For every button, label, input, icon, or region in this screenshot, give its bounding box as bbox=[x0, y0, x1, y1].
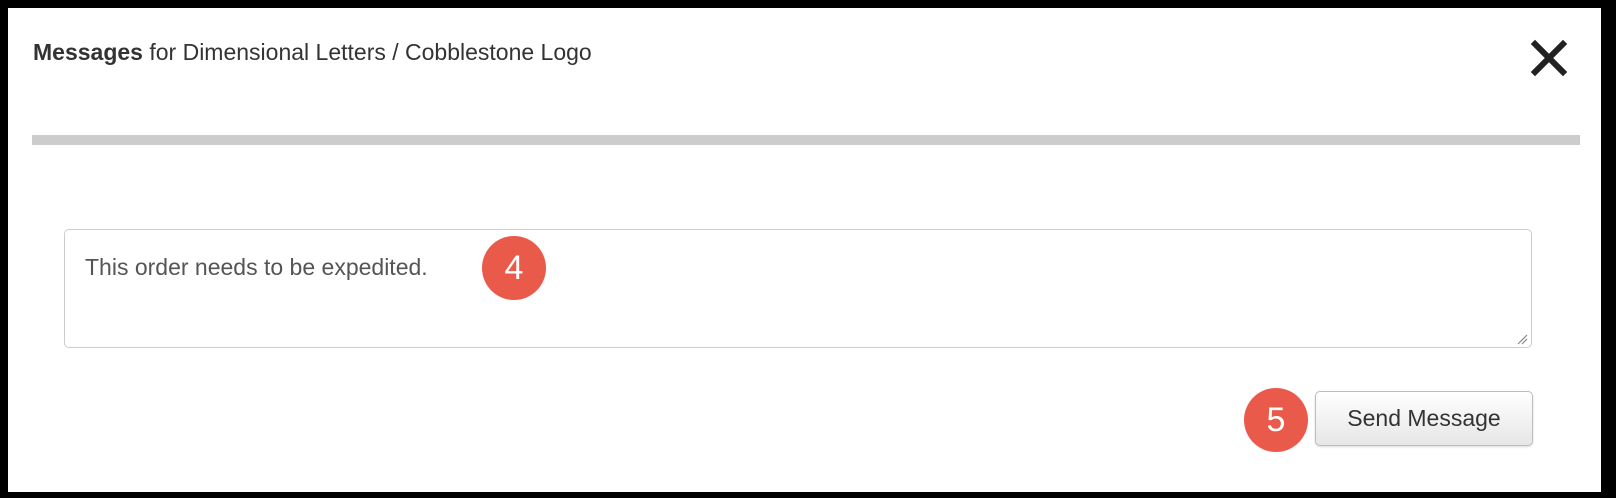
close-button[interactable] bbox=[1527, 36, 1571, 80]
step-callout-4: 4 bbox=[482, 236, 546, 300]
header-divider bbox=[32, 135, 1580, 145]
send-message-button[interactable]: Send Message bbox=[1315, 391, 1533, 446]
resize-grip-icon[interactable] bbox=[1516, 333, 1528, 345]
dialog-title-strong: Messages bbox=[33, 39, 143, 65]
close-icon bbox=[1530, 39, 1568, 77]
dialog-title-rest: for Dimensional Letters / Cobblestone Lo… bbox=[142, 39, 592, 65]
dialog-title: Messages for Dimensional Letters / Cobbl… bbox=[33, 39, 592, 66]
message-textarea[interactable]: This order needs to be expedited. bbox=[64, 229, 1532, 348]
step-callout-5: 5 bbox=[1244, 388, 1308, 452]
